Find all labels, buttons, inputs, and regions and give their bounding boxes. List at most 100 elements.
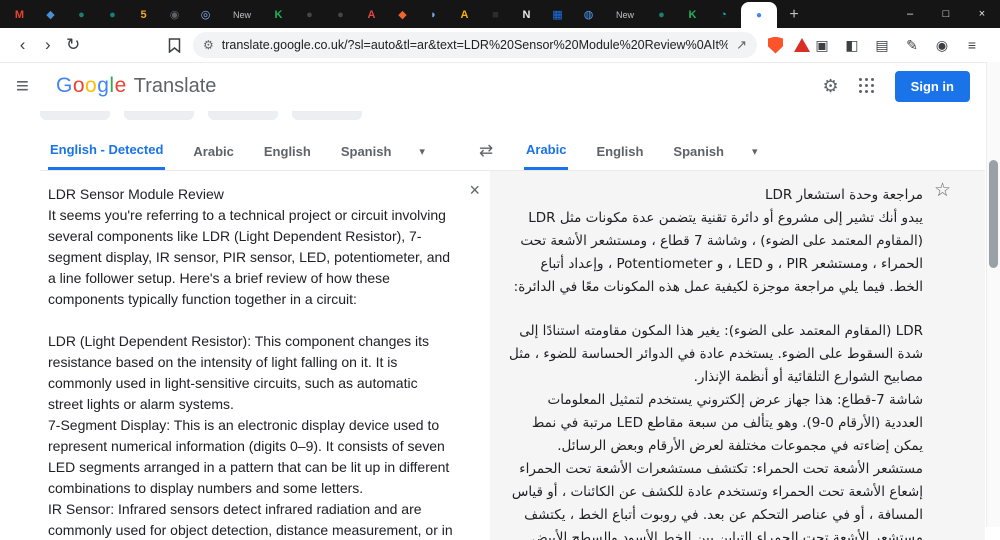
- category-pills: [0, 109, 1000, 126]
- active-tab[interactable]: ●: [741, 2, 777, 28]
- chevron-down-icon[interactable]: ▾: [752, 132, 758, 170]
- browser-tab-red-a-site[interactable]: A: [356, 2, 387, 28]
- page-scrollbar[interactable]: [986, 62, 1000, 527]
- browser-tab-blue-site[interactable]: ◆: [35, 2, 66, 28]
- browser-toolbar: ‹ › ↻ ⚙ translate.google.co.uk/?sl=auto&…: [0, 28, 1000, 63]
- browser-tab-ring-site[interactable]: ◎: [190, 2, 221, 28]
- browser-tab-dark-site[interactable]: ●: [294, 2, 325, 28]
- tab-card-icon[interactable]: ▣: [810, 33, 834, 57]
- share-icon[interactable]: ↗: [736, 37, 747, 53]
- bookmark-icon[interactable]: [162, 32, 187, 58]
- paragraph: LDR (المقاوم المعتمد على الضوء): يغير هذ…: [508, 323, 923, 385]
- reload-button[interactable]: ↻: [61, 32, 86, 58]
- browser-tab-blue-grid-site[interactable]: ▦: [542, 2, 573, 28]
- tab-favicon-orange-diamond-site: ◆: [398, 8, 407, 21]
- language-tab-arabic[interactable]: Arabic: [191, 132, 235, 170]
- wallet-icon[interactable]: ▤: [870, 33, 894, 57]
- brave-shield-icon[interactable]: [767, 36, 783, 54]
- browser-tab-teal-site[interactable]: ●: [646, 2, 677, 28]
- browser-tab-yellow-a-site[interactable]: A: [449, 2, 480, 28]
- browser-tab-new-tab[interactable]: New: [604, 2, 646, 28]
- logo-letter: G: [56, 74, 73, 97]
- menu-icon[interactable]: ≡: [960, 33, 984, 57]
- sign-in-button[interactable]: Sign in: [894, 70, 970, 102]
- browser-tab-dark-site[interactable]: ●: [325, 2, 356, 28]
- browser-tab-black-square-site[interactable]: ■: [480, 2, 511, 28]
- translate-favicon-icon: ●: [755, 9, 763, 21]
- browser-tab-blue-dot-site[interactable]: ◍: [573, 2, 604, 28]
- customize-icon[interactable]: ✎: [900, 33, 924, 57]
- browser-tab-cyan-site[interactable]: ◔: [708, 2, 739, 28]
- tab-favicon-teal-site: ●: [78, 8, 85, 21]
- language-tab-spanish[interactable]: Spanish: [339, 132, 394, 170]
- tab-favicon-gmail: M: [14, 8, 25, 21]
- new-tab-button[interactable]: +: [781, 2, 807, 28]
- browser-tab-gmail[interactable]: M: [4, 2, 35, 28]
- tab-favicon-dark-site: ●: [306, 8, 313, 21]
- logo-letter: o: [72, 74, 86, 97]
- language-tab-english-detected[interactable]: English - Detected: [48, 132, 166, 170]
- window-close-button[interactable]: ×: [964, 0, 1000, 28]
- browser-tab-teal-site[interactable]: ●: [97, 2, 128, 28]
- source-lang-tabs: English - Detected Arabic English Spanish: [48, 132, 393, 170]
- tab-favicon-new-tab: New: [615, 9, 634, 20]
- tab-favicon-cyan-site: ◔: [720, 8, 727, 21]
- shield-glyph: [767, 36, 783, 54]
- back-button[interactable]: ‹: [10, 32, 35, 58]
- paragraph: IR Sensor: Infrared sensors detect infra…: [48, 501, 453, 538]
- tab-favicon-teal-site: ●: [658, 8, 665, 21]
- tab-favicon-yellow-a-site: A: [460, 8, 469, 21]
- hamburger-menu-icon[interactable]: ≡: [16, 73, 46, 99]
- url-text: translate.google.co.uk/?sl=auto&tl=ar&te…: [221, 38, 728, 52]
- browser-tab-blue-circle-site[interactable]: ◗: [418, 2, 449, 28]
- source-text-panel[interactable]: × LDR Sensor Module Review It seems you'r…: [40, 171, 490, 540]
- category-pill[interactable]: [292, 111, 362, 120]
- browser-tab-green-k-site[interactable]: K: [677, 2, 708, 28]
- triangle-glyph: [793, 38, 810, 52]
- settings-gear-icon[interactable]: ⚙: [823, 76, 839, 97]
- tab-favicon-red-a-site: A: [367, 8, 376, 21]
- browser-tab-green-k-site[interactable]: K: [263, 2, 294, 28]
- site-info-icon[interactable]: ⚙: [203, 38, 214, 52]
- browser-tab-notion[interactable]: N: [511, 2, 542, 28]
- logo-letter: e: [114, 74, 127, 97]
- category-pill[interactable]: [124, 111, 194, 120]
- tab-favicon-teal-site: ●: [109, 8, 116, 21]
- browser-tab-teal-site[interactable]: ●: [66, 2, 97, 28]
- tab-favicon-green-k-site: K: [274, 8, 283, 21]
- paragraph: يبدو أنك تشير إلى مشروع أو دائرة تقنية ي…: [513, 210, 923, 295]
- scrollbar-thumb[interactable]: [989, 160, 998, 268]
- paragraph: LDR Sensor Module Review: [48, 186, 224, 202]
- language-tab-spanish[interactable]: Spanish: [671, 132, 726, 170]
- save-translation-star-icon[interactable]: ☆: [934, 181, 951, 200]
- language-tab-arabic[interactable]: Arabic: [524, 132, 569, 170]
- browser-tab-orange-diamond-site[interactable]: ◆: [387, 2, 418, 28]
- category-pill[interactable]: [40, 111, 110, 120]
- forward-button[interactable]: ›: [35, 32, 60, 58]
- tab-favicon-orange-five: 5: [140, 8, 147, 21]
- window-minimize-button[interactable]: –: [892, 0, 928, 28]
- clear-source-icon[interactable]: ×: [469, 181, 480, 199]
- browser-tab-orange-five[interactable]: 5: [128, 2, 159, 28]
- tab-favicon-dark-site: ●: [337, 8, 344, 21]
- chevron-down-icon[interactable]: ▾: [419, 132, 425, 170]
- warning-extension-icon[interactable]: [793, 38, 810, 52]
- tab-favicon-new-tab: New: [232, 9, 251, 20]
- logo-translate-label: Translate: [133, 75, 217, 97]
- paragraph: LDR (Light Dependent Resistor): This com…: [48, 333, 430, 412]
- swap-languages-icon[interactable]: ⇄: [448, 132, 524, 170]
- language-tab-english[interactable]: English: [594, 132, 645, 170]
- window-maximize-button[interactable]: □: [928, 0, 964, 28]
- translate-logo[interactable]: Google Translate: [56, 74, 216, 98]
- category-pill[interactable]: [208, 111, 278, 120]
- address-bar[interactable]: ⚙ translate.google.co.uk/?sl=auto&tl=ar&…: [193, 32, 757, 58]
- paragraph: مراجعة وحدة استشعار LDR: [764, 187, 923, 203]
- browser-tab-gray-site[interactable]: ◉: [159, 2, 190, 28]
- target-lang-tabs: Arabic English Spanish: [524, 132, 726, 170]
- sidebar-toggle-icon[interactable]: ◧: [840, 33, 864, 57]
- tab-favicon-blue-circle-site: ◗: [430, 8, 437, 21]
- rewards-icon[interactable]: ◉: [930, 33, 954, 57]
- browser-tab-new-tab[interactable]: New: [221, 2, 263, 28]
- google-apps-icon[interactable]: [858, 78, 875, 94]
- language-tab-english[interactable]: English: [262, 132, 313, 170]
